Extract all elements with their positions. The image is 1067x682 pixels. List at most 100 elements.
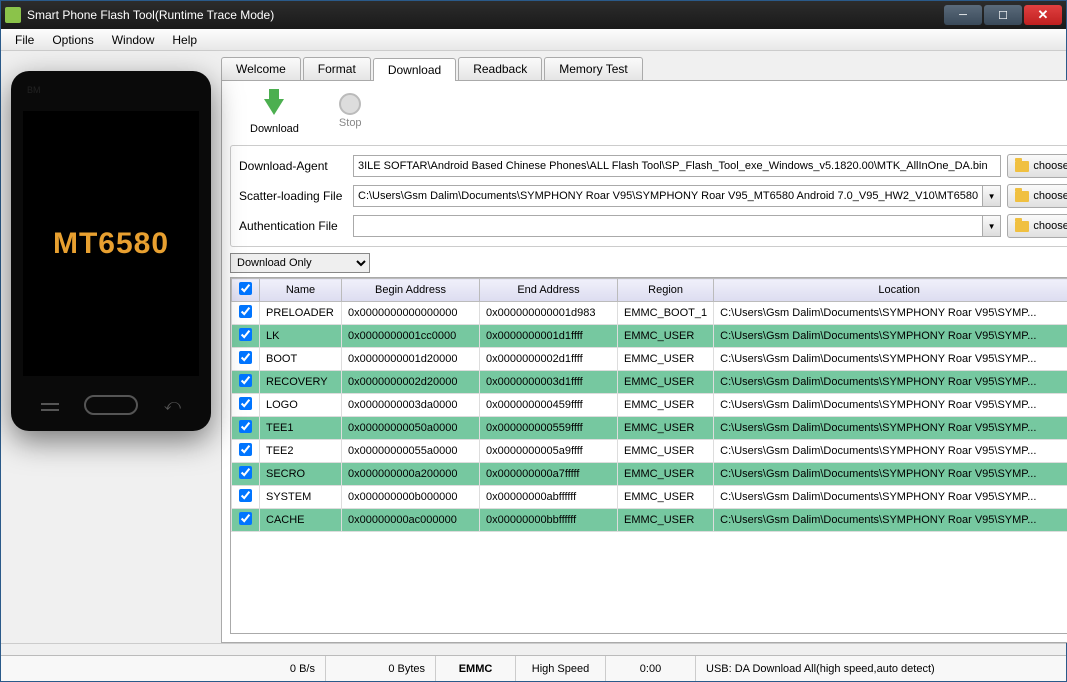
scatter-dropdown-button[interactable]: ▼ <box>983 185 1001 207</box>
statusbar: 0 B/s 0 Bytes EMMC High Speed 0:00 USB: … <box>1 655 1066 681</box>
maximize-button[interactable]: ☐ <box>984 5 1022 25</box>
phone-home-icon <box>84 395 138 415</box>
app-window: Smart Phone Flash Tool(Runtime Trace Mod… <box>0 0 1067 682</box>
auth-dropdown-button[interactable]: ▼ <box>983 215 1001 237</box>
table-row[interactable]: CACHE0x00000000ac0000000x00000000bbfffff… <box>232 509 1067 532</box>
stop-button[interactable]: Stop <box>339 93 362 135</box>
header-end[interactable]: End Address <box>480 279 618 302</box>
cell-name: RECOVERY <box>260 371 342 394</box>
da-choose-button[interactable]: choose <box>1007 154 1067 178</box>
cell-end: 0x000000000559ffff <box>480 417 618 440</box>
table-row[interactable]: LOGO0x0000000003da00000x000000000459ffff… <box>232 394 1067 417</box>
choose-label: choose <box>1033 190 1067 202</box>
row-download-agent: Download-Agent 3ILE SOFTAR\Android Based… <box>239 154 1067 178</box>
menubar: File Options Window Help <box>1 29 1066 51</box>
cell-end: 0x00000000bbffffff <box>480 509 618 532</box>
cell-begin: 0x00000000055a0000 <box>342 440 480 463</box>
row-checkbox[interactable] <box>239 489 252 502</box>
mode-select[interactable]: Download Only <box>230 253 370 273</box>
row-checkbox[interactable] <box>239 374 252 387</box>
table-row[interactable]: PRELOADER0x00000000000000000x00000000000… <box>232 302 1067 325</box>
header-location[interactable]: Location <box>714 279 1067 302</box>
scatter-choose-button[interactable]: choose <box>1007 184 1067 208</box>
row-checkbox[interactable] <box>239 420 252 433</box>
window-controls: ─ ☐ ✕ <box>944 5 1062 25</box>
status-bytes: 0 Bytes <box>326 656 436 681</box>
download-arrow-icon <box>260 93 288 121</box>
choose-label: choose <box>1033 160 1067 172</box>
auth-input[interactable] <box>353 215 983 237</box>
download-button[interactable]: Download <box>250 93 299 135</box>
row-checkbox[interactable] <box>239 351 252 364</box>
minimize-button[interactable]: ─ <box>944 5 982 25</box>
check-all[interactable] <box>239 282 252 295</box>
table-row[interactable]: TEE10x00000000050a00000x000000000559ffff… <box>232 417 1067 440</box>
menu-window[interactable]: Window <box>104 31 163 49</box>
cell-region: EMMC_USER <box>618 325 714 348</box>
cell-region: EMMC_USER <box>618 371 714 394</box>
tab-welcome[interactable]: Welcome <box>221 57 301 80</box>
scatter-label: Scatter-loading File <box>239 189 347 203</box>
row-checkbox[interactable] <box>239 397 252 410</box>
cell-begin: 0x000000000a200000 <box>342 463 480 486</box>
cell-region: EMMC_BOOT_1 <box>618 302 714 325</box>
tab-format[interactable]: Format <box>303 57 371 80</box>
cell-location: C:\Users\Gsm Dalim\Documents\SYMPHONY Ro… <box>714 394 1067 417</box>
table-row[interactable]: LK0x0000000001cc00000x0000000001d1ffffEM… <box>232 325 1067 348</box>
row-checkbox[interactable] <box>239 512 252 525</box>
tab-row: Welcome Format Download Readback Memory … <box>221 57 1067 81</box>
tab-readback[interactable]: Readback <box>458 57 542 80</box>
cell-begin: 0x0000000001d20000 <box>342 348 480 371</box>
table-row[interactable]: RECOVERY0x0000000002d200000x0000000003d1… <box>232 371 1067 394</box>
cell-location: C:\Users\Gsm Dalim\Documents\SYMPHONY Ro… <box>714 417 1067 440</box>
tab-memory-test[interactable]: Memory Test <box>544 57 642 80</box>
row-checkbox[interactable] <box>239 443 252 456</box>
header-region[interactable]: Region <box>618 279 714 302</box>
header-name[interactable]: Name <box>260 279 342 302</box>
cell-begin: 0x0000000001cc0000 <box>342 325 480 348</box>
choose-label: choose <box>1033 220 1067 232</box>
row-auth: Authentication File ▼ choose <box>239 214 1067 238</box>
header-begin[interactable]: Begin Address <box>342 279 480 302</box>
row-checkbox[interactable] <box>239 305 252 318</box>
cell-region: EMMC_USER <box>618 440 714 463</box>
table-row[interactable]: SYSTEM0x000000000b0000000x00000000abffff… <box>232 486 1067 509</box>
cell-name: CACHE <box>260 509 342 532</box>
row-checkbox[interactable] <box>239 466 252 479</box>
partition-table[interactable]: Name Begin Address End Address Region Lo… <box>230 277 1067 634</box>
table-row[interactable]: BOOT0x0000000001d200000x0000000002d1ffff… <box>232 348 1067 371</box>
app-icon <box>5 7 21 23</box>
menu-options[interactable]: Options <box>44 31 101 49</box>
cell-name: LK <box>260 325 342 348</box>
cell-location: C:\Users\Gsm Dalim\Documents\SYMPHONY Ro… <box>714 463 1067 486</box>
da-label: Download-Agent <box>239 159 347 173</box>
phone-badge: BM <box>27 85 41 95</box>
cell-location: C:\Users\Gsm Dalim\Documents\SYMPHONY Ro… <box>714 486 1067 509</box>
menu-help[interactable]: Help <box>164 31 205 49</box>
table-row[interactable]: TEE20x00000000055a00000x0000000005a9ffff… <box>232 440 1067 463</box>
left-pane: BM MT6580 ⤺ <box>1 51 221 643</box>
header-checkbox[interactable] <box>232 279 260 302</box>
scatter-input[interactable]: C:\Users\Gsm Dalim\Documents\SYMPHONY Ro… <box>353 185 983 207</box>
cell-name: LOGO <box>260 394 342 417</box>
download-label: Download <box>250 123 299 135</box>
cell-end: 0x0000000001d1ffff <box>480 325 618 348</box>
table-row[interactable]: SECRO0x000000000a2000000x000000000a7ffff… <box>232 463 1067 486</box>
window-title: Smart Phone Flash Tool(Runtime Trace Mod… <box>27 8 944 22</box>
status-speed: High Speed <box>516 656 606 681</box>
cell-begin: 0x00000000050a0000 <box>342 417 480 440</box>
row-checkbox[interactable] <box>239 328 252 341</box>
tab-download[interactable]: Download <box>373 58 456 81</box>
file-config: Download-Agent 3ILE SOFTAR\Android Based… <box>230 145 1067 247</box>
cell-location: C:\Users\Gsm Dalim\Documents\SYMPHONY Ro… <box>714 371 1067 394</box>
cell-name: BOOT <box>260 348 342 371</box>
phone-screen: MT6580 <box>23 111 199 376</box>
close-button[interactable]: ✕ <box>1024 5 1062 25</box>
stop-label: Stop <box>339 117 362 129</box>
da-input[interactable]: 3ILE SOFTAR\Android Based Chinese Phones… <box>353 155 1001 177</box>
titlebar[interactable]: Smart Phone Flash Tool(Runtime Trace Mod… <box>1 1 1066 29</box>
auth-choose-button[interactable]: choose <box>1007 214 1067 238</box>
cell-name: SECRO <box>260 463 342 486</box>
menu-file[interactable]: File <box>7 31 42 49</box>
stop-icon <box>339 93 361 115</box>
